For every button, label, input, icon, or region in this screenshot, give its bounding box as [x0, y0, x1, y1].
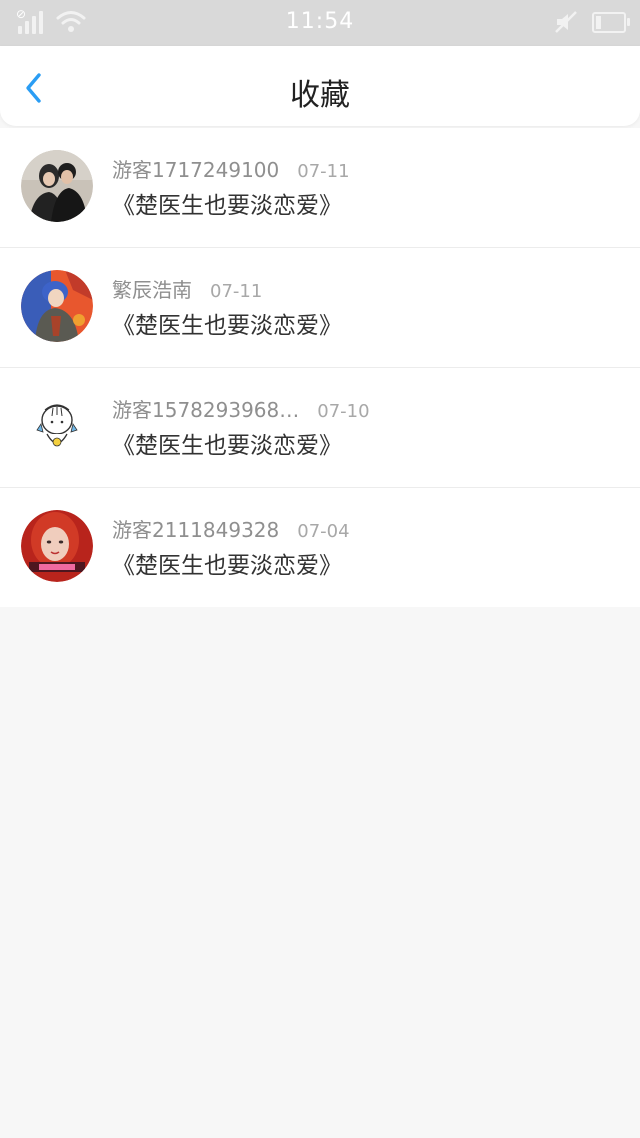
book-title: 《楚医生也要淡恋爱》 — [112, 433, 342, 459]
list-item[interactable]: 游客1717249100 07-11 《楚医生也要淡恋爱》 — [0, 128, 640, 248]
book-title: 《楚医生也要淡恋爱》 — [112, 313, 342, 339]
item-meta: 游客1717249100 07-11 — [112, 154, 350, 183]
username: 繁辰浩南 — [112, 278, 192, 302]
list-item[interactable]: 繁辰浩南 07-11 《楚医生也要淡恋爱》 — [0, 248, 640, 368]
status-time: 11:54 — [285, 9, 355, 34]
username: 游客1578293968… — [112, 398, 300, 422]
avatar-couple-photo — [21, 150, 93, 222]
book-title: 《楚医生也要淡恋爱》 — [112, 553, 342, 579]
username: 游客2111849328 — [112, 518, 280, 542]
favorites-list: 游客1717249100 07-11 《楚医生也要淡恋爱》 繁辰浩南 07-11… — [0, 128, 640, 607]
date: 07-04 — [297, 521, 350, 542]
list-item[interactable]: 游客2111849328 07-04 《楚医生也要淡恋爱》 — [0, 488, 640, 607]
avatar-red-hair-girl — [21, 510, 93, 582]
status-bar: ⊘ 11:54 — [0, 0, 640, 46]
nav-bar: 收藏 — [0, 46, 640, 126]
mute-icon — [555, 11, 577, 33]
avatar-cartoon-girl-drawing — [21, 390, 93, 462]
date: 07-11 — [297, 161, 350, 182]
item-meta: 游客2111849328 07-04 — [112, 514, 350, 543]
username: 游客1717249100 — [112, 158, 280, 182]
battery-icon — [592, 11, 630, 33]
item-meta: 繁辰浩南 07-11 — [112, 274, 262, 303]
page-title: 收藏 — [290, 78, 350, 113]
date: 07-11 — [210, 281, 263, 302]
avatar-anime-character — [21, 270, 93, 342]
book-title: 《楚医生也要淡恋爱》 — [112, 193, 342, 219]
list-item[interactable]: 游客1578293968… 07-10 《楚医生也要淡恋爱》 — [0, 368, 640, 488]
date: 07-10 — [317, 401, 370, 422]
item-meta: 游客1578293968… 07-10 — [112, 394, 370, 423]
status-right — [554, 10, 630, 34]
